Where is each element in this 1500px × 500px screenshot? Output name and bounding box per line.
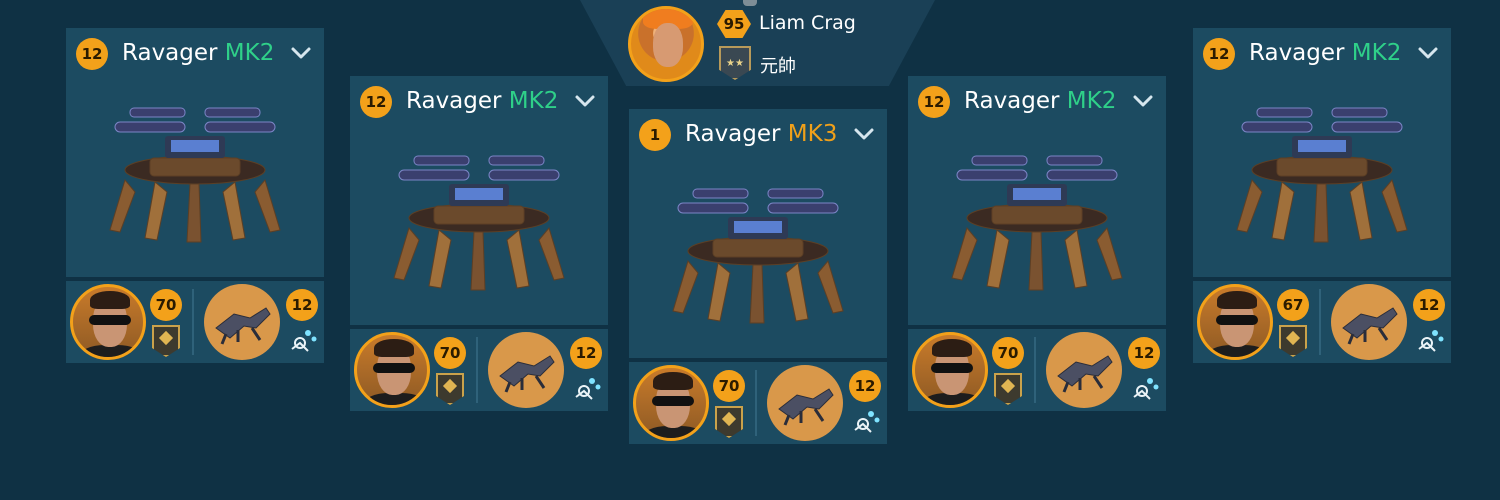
robot-name: Ravager MK2 xyxy=(122,40,274,66)
drone-level-badge: 12 xyxy=(1128,337,1160,369)
drone-level-badge: 12 xyxy=(849,370,881,402)
robot-model xyxy=(109,107,281,243)
chevron-down-icon[interactable] xyxy=(853,123,875,145)
robot-preview[interactable] xyxy=(350,128,608,325)
drone-avatar[interactable] xyxy=(204,284,280,360)
robot-card-header[interactable]: 12 Ravager MK2 xyxy=(350,76,608,128)
pilot-avatar[interactable] xyxy=(912,332,988,408)
robot-loadout: 70 12 xyxy=(350,329,608,411)
robot-name: Ravager MK2 xyxy=(964,88,1116,114)
chevron-down-icon[interactable] xyxy=(1132,90,1154,112)
drone-avatar[interactable] xyxy=(488,332,564,408)
robot-card[interactable]: 12 Ravager MK2 xyxy=(350,76,608,411)
robot-name: Ravager MK3 xyxy=(685,121,837,147)
chevron-down-icon[interactable] xyxy=(290,42,312,64)
player-name: Liam Crag xyxy=(759,12,856,34)
robot-preview[interactable] xyxy=(1193,80,1451,277)
robot-model xyxy=(672,188,844,324)
robot-name: Ravager MK2 xyxy=(1249,40,1401,66)
robot-model-name: Ravager xyxy=(964,88,1060,114)
drone-ability-icon xyxy=(1133,378,1159,400)
robot-card[interactable]: 12 Ravager MK2 xyxy=(1193,28,1451,363)
rank-emblem-icon xyxy=(436,373,464,405)
robot-tier: MK2 xyxy=(224,40,275,66)
robot-card[interactable]: 1 Ravager MK3 70 12 xyxy=(629,109,887,444)
pilot-level-badge: 70 xyxy=(434,337,466,369)
pilot-level-badge: 70 xyxy=(992,337,1024,369)
chevron-down-icon[interactable] xyxy=(574,90,596,112)
robot-tier: MK2 xyxy=(1066,88,1117,114)
pilot-level-badge: 70 xyxy=(150,289,182,321)
drone-level-badge: 12 xyxy=(570,337,602,369)
drone-avatar[interactable] xyxy=(1331,284,1407,360)
robot-model xyxy=(951,155,1123,291)
robot-level-badge: 12 xyxy=(76,38,108,70)
rank-emblem-icon xyxy=(152,325,180,357)
robot-name: Ravager MK2 xyxy=(406,88,558,114)
robot-loadout: 70 12 xyxy=(629,362,887,444)
robot-card-header[interactable]: 12 Ravager MK2 xyxy=(908,76,1166,128)
robot-model-name: Ravager xyxy=(1249,40,1345,66)
drone-avatar[interactable] xyxy=(767,365,843,441)
robot-tier: MK3 xyxy=(787,121,838,147)
robot-model-name: Ravager xyxy=(685,121,781,147)
robot-preview[interactable] xyxy=(908,128,1166,325)
player-rank: 元帥 xyxy=(760,56,796,77)
chevron-down-icon[interactable] xyxy=(1417,42,1439,64)
drone-ability-icon xyxy=(291,330,317,352)
drone-ability-icon xyxy=(575,378,601,400)
drone-ability-icon xyxy=(854,411,880,433)
drone-avatar[interactable] xyxy=(1046,332,1122,408)
pilot-avatar[interactable] xyxy=(1197,284,1273,360)
robot-card[interactable]: 12 Ravager MK2 xyxy=(66,28,324,363)
player-avatar[interactable] xyxy=(628,6,704,82)
rank-emblem-icon xyxy=(1279,325,1307,357)
robot-loadout: 70 12 xyxy=(908,329,1166,411)
robot-level-badge: 12 xyxy=(918,86,950,118)
robot-model-name: Ravager xyxy=(406,88,502,114)
robot-model-name: Ravager xyxy=(122,40,218,66)
pilot-avatar[interactable] xyxy=(354,332,430,408)
pilot-level-badge: 67 xyxy=(1277,289,1309,321)
pilot-avatar[interactable] xyxy=(633,365,709,441)
drone-level-badge: 12 xyxy=(1413,289,1445,321)
robot-model xyxy=(1236,107,1408,243)
robot-loadout: 67 12 xyxy=(1193,281,1451,363)
pilot-avatar[interactable] xyxy=(70,284,146,360)
drone-level-badge: 12 xyxy=(286,289,318,321)
drone-ability-icon xyxy=(1418,330,1444,352)
divider xyxy=(755,370,757,436)
divider xyxy=(1319,289,1321,355)
divider xyxy=(1034,337,1036,403)
robot-card[interactable]: 12 Ravager MK2 xyxy=(908,76,1166,411)
robot-level-badge: 12 xyxy=(1203,38,1235,70)
robot-level-badge: 12 xyxy=(360,86,392,118)
divider xyxy=(192,289,194,355)
rank-emblem-icon xyxy=(715,406,743,438)
robot-model xyxy=(393,155,565,291)
robot-preview[interactable] xyxy=(629,161,887,358)
robot-tier: MK2 xyxy=(508,88,559,114)
robot-tier: MK2 xyxy=(1351,40,1402,66)
robot-card-header[interactable]: 12 Ravager MK2 xyxy=(1193,28,1451,80)
robot-preview[interactable] xyxy=(66,80,324,277)
robot-card-header[interactable]: 1 Ravager MK3 xyxy=(629,109,887,161)
robot-level-badge: 1 xyxy=(639,119,671,151)
header-tab xyxy=(743,0,757,6)
rank-emblem-icon xyxy=(994,373,1022,405)
pilot-level-badge: 70 xyxy=(713,370,745,402)
robot-loadout: 70 12 xyxy=(66,281,324,363)
divider xyxy=(476,337,478,403)
robot-card-header[interactable]: 12 Ravager MK2 xyxy=(66,28,324,80)
